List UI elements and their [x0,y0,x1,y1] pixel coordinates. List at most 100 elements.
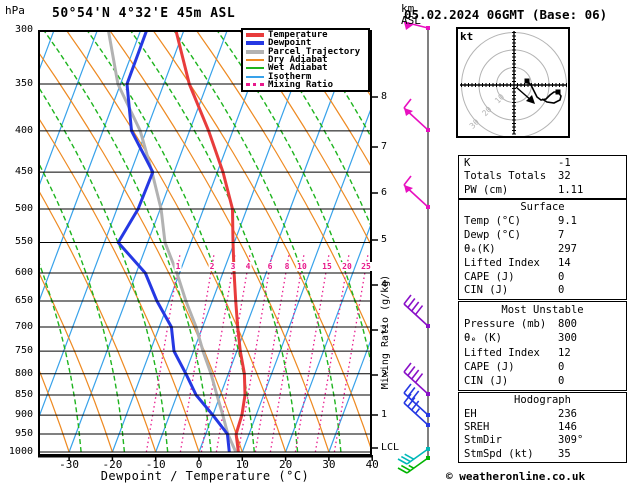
x-axis-title: Dewpoint / Temperature (°C) [100,469,310,483]
panel-row-label: Lifted Index [464,346,540,359]
panel-row-value: 0 [558,270,565,283]
pressure-tick-label: 650 [14,295,33,306]
page-title: 50°54'N 4°32'E 45m ASL [52,6,236,21]
legend-swatch [246,67,264,70]
pressure-tick-label: 1000 [8,446,33,457]
mixing-ratio-value-label: 1 [174,262,182,271]
panel-section-title: Surface [520,201,565,214]
legend-swatch [246,75,264,78]
panel-row-value: 297 [558,242,577,255]
km-tick-label: 7 [381,141,388,152]
mixing-ratio-value-label: 8 [283,262,291,271]
pressure-tick-label: 450 [14,166,33,178]
panel-row-label: EH [464,407,477,420]
panel-row-value: 7 [558,229,565,242]
panel-row-label: K [464,157,471,170]
panel-row-value: 300 [558,332,577,345]
panel-section: Most Unstable Pressure (mb) 800 θₑ (K) 300 Li… [458,301,627,391]
wind-barb [403,393,430,427]
panel-row-value: 1.11 [558,183,584,196]
mixing-ratio-value-label: 15 [321,262,333,271]
panel-row-value: 309° [558,434,584,447]
panel-row-value: 35 [558,447,571,460]
datetime-label: 05.02.2024 06GMT (Base: 06) [404,7,608,22]
pressure-tick-label: 950 [14,428,33,440]
copyright-label: © weatheronline.co.uk [446,470,586,483]
panel-row-label: StmSpd (kt) [464,447,534,460]
panel-row: CAPE (J) 0 [459,271,626,284]
km-tick-label: 8 [381,91,388,102]
panel-row: EH 236 [459,408,626,421]
mixing-ratio-value-label: 10 [296,262,308,271]
pressure-tick-label: 300 [14,24,33,35]
panel-row: SREH 146 [459,421,626,434]
pressure-tick-label: 350 [14,78,33,90]
panel-section: Hodograph EH 236 SREH 146 StmDir 309° StmSpd (k… [458,392,627,463]
sounding-screen: hPa 50°54'N 4°32'E 45m ASL km ASL 05.02.… [0,0,629,486]
pressure-unit-label: hPa [5,4,25,17]
panel-row-label: StmDir [464,434,502,447]
panel-row-label: Totals Totals [464,170,547,183]
mixing-ratio-axis-title: Mixing Ratio (g/kg) [380,274,391,390]
panel-section-title: Hodograph [514,394,571,407]
pressure-tick-label: 500 [14,203,33,215]
wind-barb [403,98,430,132]
panel-row-label: SREH [464,420,490,433]
panel-row-label: CAPE (J) [464,270,515,283]
wind-barb [403,294,430,328]
hodograph-panel: 10 20 30 [456,27,570,138]
pressure-tick-label: 600 [14,266,33,278]
panel-row-value: -1 [558,157,571,170]
panel-row: θₑ (K) 300 [459,332,626,345]
panel-row: StmDir 309° [459,434,626,447]
wind-barb [397,447,430,465]
panel-row-label: θₑ(K) [464,242,496,255]
panel-row-value: 12 [558,346,571,359]
hodograph-ring-label: 20 [480,105,493,118]
panel-section: K -1 Totals Totals 32 PW (cm) 1.11 [458,155,627,199]
mixing-ratio-value-label: 6 [266,262,274,271]
panel-row-label: Dewp (°C) [464,229,521,242]
panel-row: PW (cm) 1.11 [459,184,626,197]
wind-barb [403,362,430,396]
panel-row-label: θₑ (K) [464,332,502,345]
panel-row: StmSpd (kt) 35 [459,448,626,461]
legend-label: Mixing Ratio [268,79,334,90]
legend-swatch [246,33,264,38]
panel-row-value: 800 [558,317,577,330]
panel-row-value: 146 [558,420,577,433]
legend-swatch [246,83,264,87]
panel-row: Totals Totals 32 [459,170,626,183]
panel-row-label: Pressure (mb) [464,317,547,330]
panel-section: Surface Temp (°C) 9.1 Dewp (°C) 7 θₑ(K) 297 Lif… [458,199,627,300]
panel-row-value: 0 [558,375,565,388]
panel-row-label: CAPE (J) [464,360,515,373]
panel-row-label: Lifted Index [464,256,540,269]
panel-row: Dewp (°C) 7 [459,229,626,242]
pressure-tick-label: 900 [14,409,33,421]
pressure-tick-label: 800 [14,367,33,379]
hodograph-unit-label: kt [460,30,474,43]
panel-row: Temp (°C) 9.1 [459,215,626,228]
wind-barb-column [397,21,430,474]
legend-swatch [246,41,264,46]
mixing-ratio-value-label: 20 [341,262,353,271]
legend: Temperature Dewpoint Parcel Trajectory Dry … [241,28,370,92]
panel-section-title: Most Unstable [501,303,584,316]
panel-row-label: PW (cm) [464,183,509,196]
panel-row-label: CIN (J) [464,284,509,297]
isotherm-lines [39,31,370,453]
panel-row-value: 0 [558,360,565,373]
legend-swatch [246,58,264,61]
km-tick-marks [371,96,378,416]
lcl-label: LCL [381,442,400,453]
hodograph-ring-label: 10 [493,92,506,105]
wind-barb [403,175,430,209]
panel-row: K -1 [459,157,626,170]
panel-row-value: 0 [558,284,565,297]
panel-row: Pressure (mb) 800 [459,318,626,331]
mixing-ratio-value-label: 4 [244,262,252,271]
pressure-tick-label: 700 [14,320,33,332]
pressure-tick-label: 850 [14,389,33,401]
panel-row-value: 9.1 [558,215,577,228]
